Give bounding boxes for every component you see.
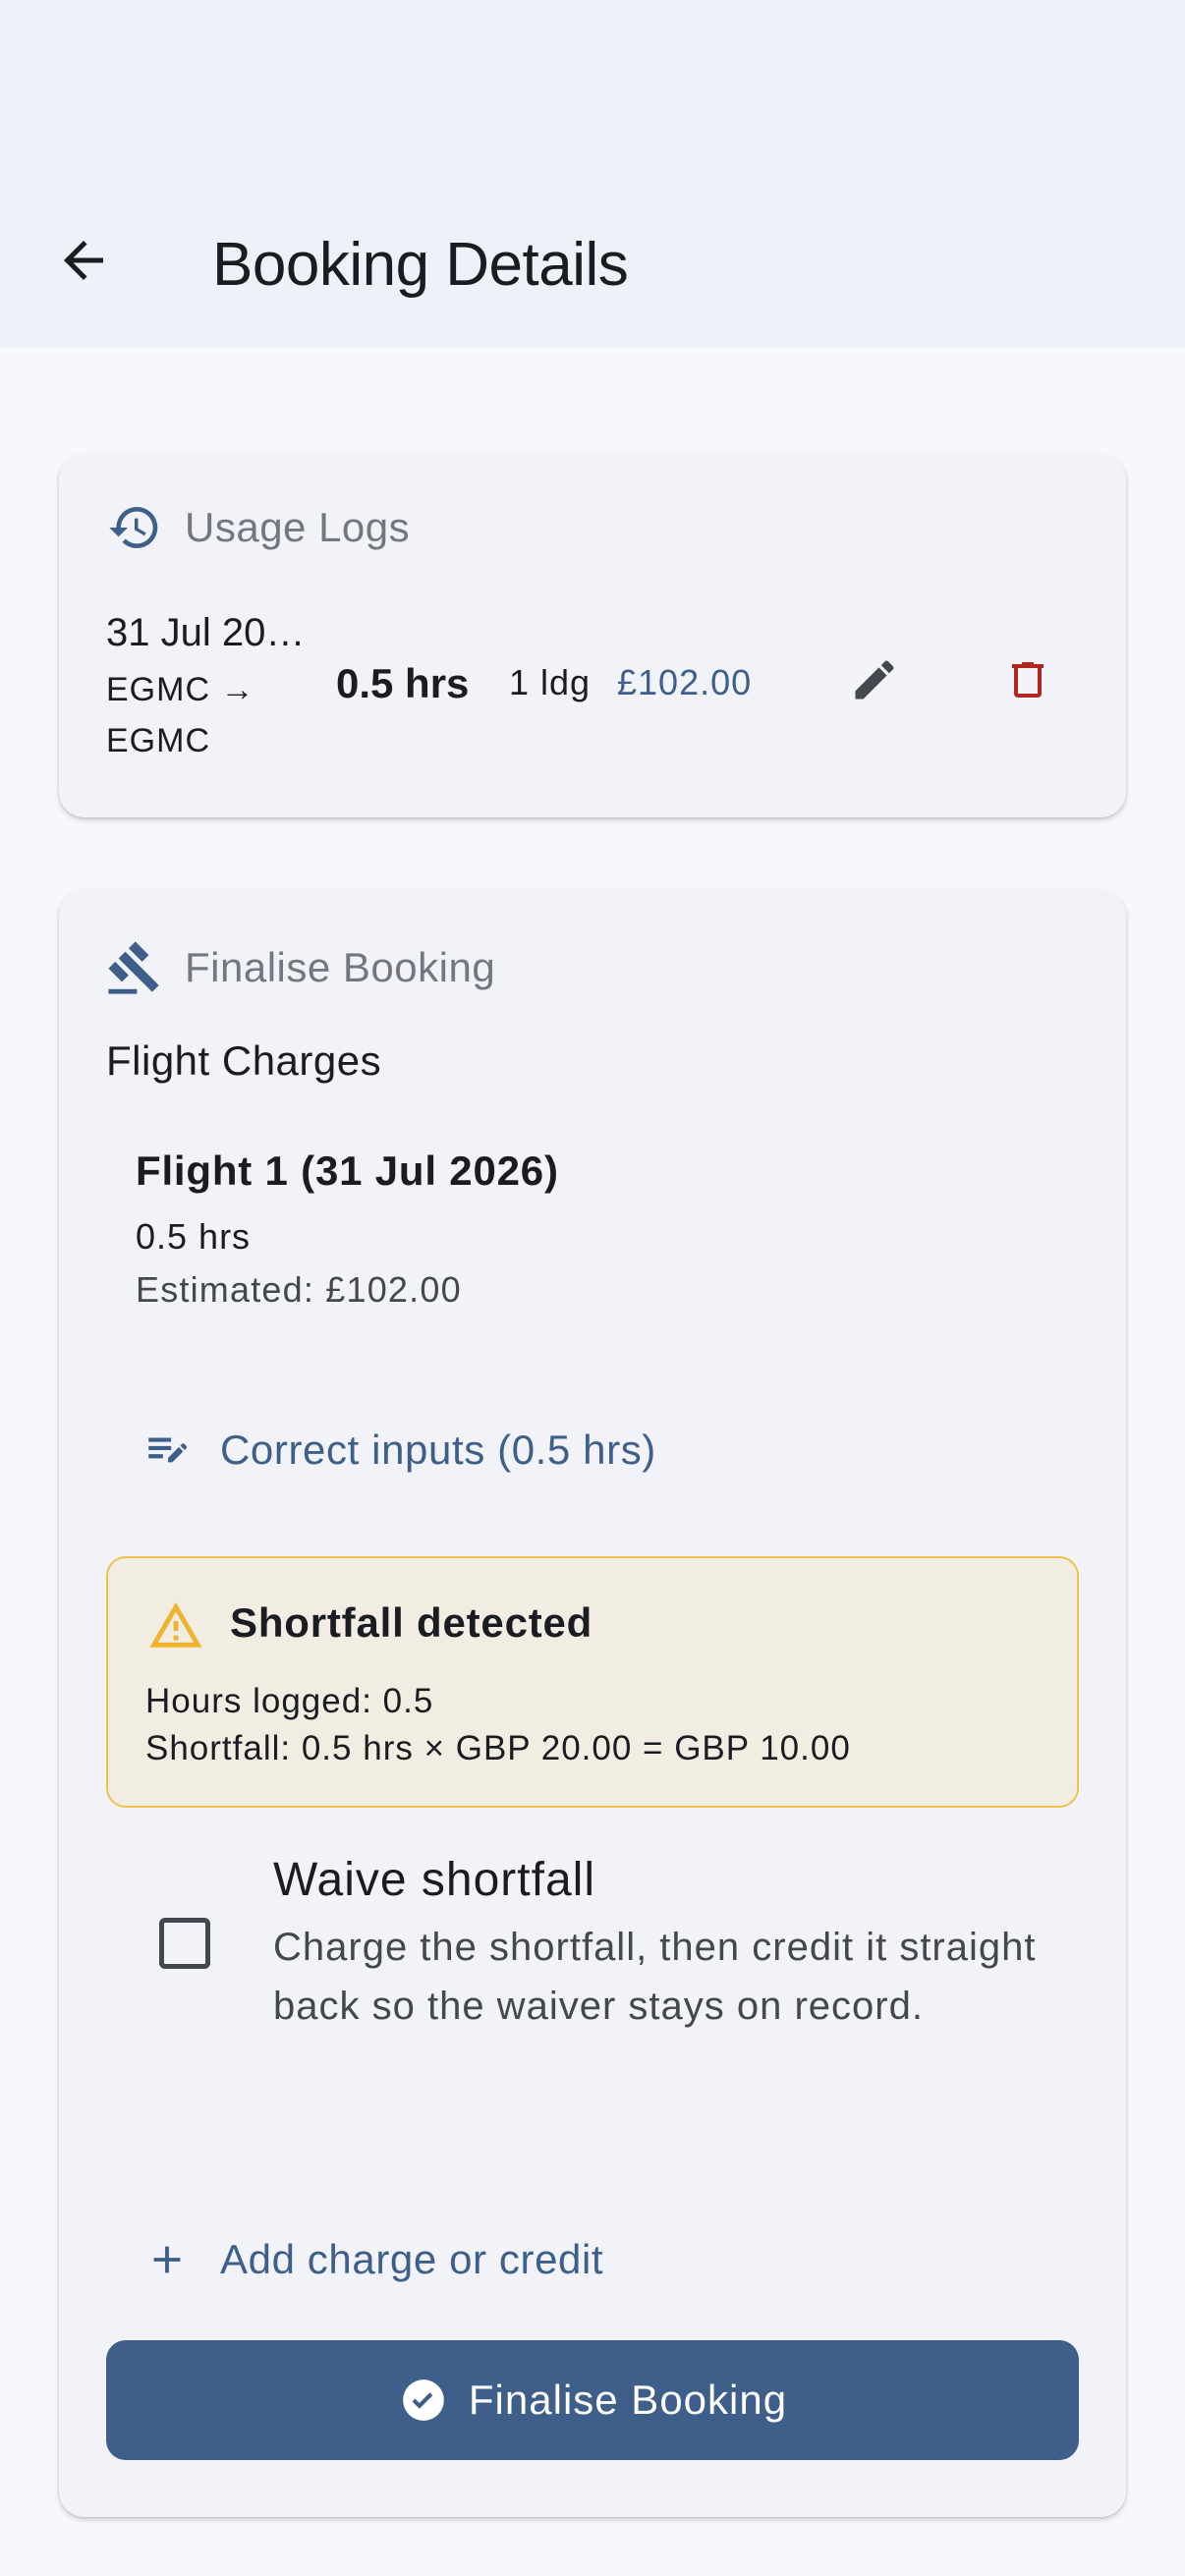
log-hours: 0.5 hrs (336, 660, 470, 706)
log-route: EGMC → EGMC (106, 671, 255, 759)
finalise-button-label: Finalise Booking (468, 2377, 788, 2423)
warning-title: Shortfall detected (230, 1599, 593, 1646)
history-icon (106, 499, 163, 556)
flight-hours: 0.5 hrs (136, 1216, 252, 1257)
top-app-bar: Booking Details (0, 0, 1185, 348)
usage-logs-card: Usage Logs 31 Jul 20… EGMC → EGMC 0.5 hr… (59, 454, 1126, 817)
page-title: Booking Details (212, 231, 629, 299)
checkbox-box (159, 1918, 210, 1969)
finalise-header: Finalise Booking (106, 939, 495, 996)
usage-logs-title: Usage Logs (185, 504, 411, 550)
log-date: 31 Jul 20… (106, 611, 306, 654)
flight-estimated: Estimated: £102.00 (136, 1269, 462, 1310)
usage-logs-header: Usage Logs (106, 499, 410, 556)
edit-log-button[interactable] (825, 631, 924, 729)
correct-inputs-label: Correct inputs (0.5 hrs) (220, 1427, 656, 1473)
check-circle-icon (398, 2375, 449, 2426)
pencil-icon (855, 660, 894, 700)
flight-charges-label: Flight Charges (106, 1037, 382, 1084)
gavel-icon (106, 939, 163, 996)
plus-icon (138, 2230, 197, 2289)
waive-shortfall-title: Waive shortfall (273, 1854, 595, 1906)
log-price: £102.00 (617, 662, 753, 702)
warning-hours-logged: Hours logged: 0.5 (145, 1682, 434, 1720)
back-button[interactable] (39, 216, 128, 305)
finalise-booking-card: Finalise Booking Flight Charges Flight 1… (59, 890, 1126, 2517)
log-landings: 1 ldg (509, 662, 592, 702)
correct-inputs-button[interactable]: Correct inputs (0.5 hrs) (138, 1401, 656, 1499)
add-charge-button[interactable]: Add charge or credit (138, 2211, 603, 2309)
finalise-title: Finalise Booking (185, 944, 496, 990)
warning-icon (149, 1601, 202, 1648)
shortfall-warning: Shortfall detected Hours logged: 0.5 Sho… (106, 1556, 1079, 1808)
finalise-booking-button[interactable]: Finalise Booking (106, 2340, 1079, 2460)
trash-icon (1012, 662, 1044, 698)
add-charge-label: Add charge or credit (220, 2236, 604, 2282)
flight-title: Flight 1 (31 Jul 2026) (136, 1148, 559, 1194)
warning-shortfall-calc: Shortfall: 0.5 hrs × GBP 20.00 = GBP 10.… (145, 1729, 851, 1767)
waive-shortfall-checkbox[interactable] (138, 1896, 232, 1990)
delete-log-button[interactable] (979, 631, 1077, 729)
arrow-back-icon (64, 241, 103, 280)
edit-note-icon (138, 1421, 197, 1480)
waive-shortfall-description: Charge the shortfall, then credit it str… (273, 1926, 1037, 2028)
